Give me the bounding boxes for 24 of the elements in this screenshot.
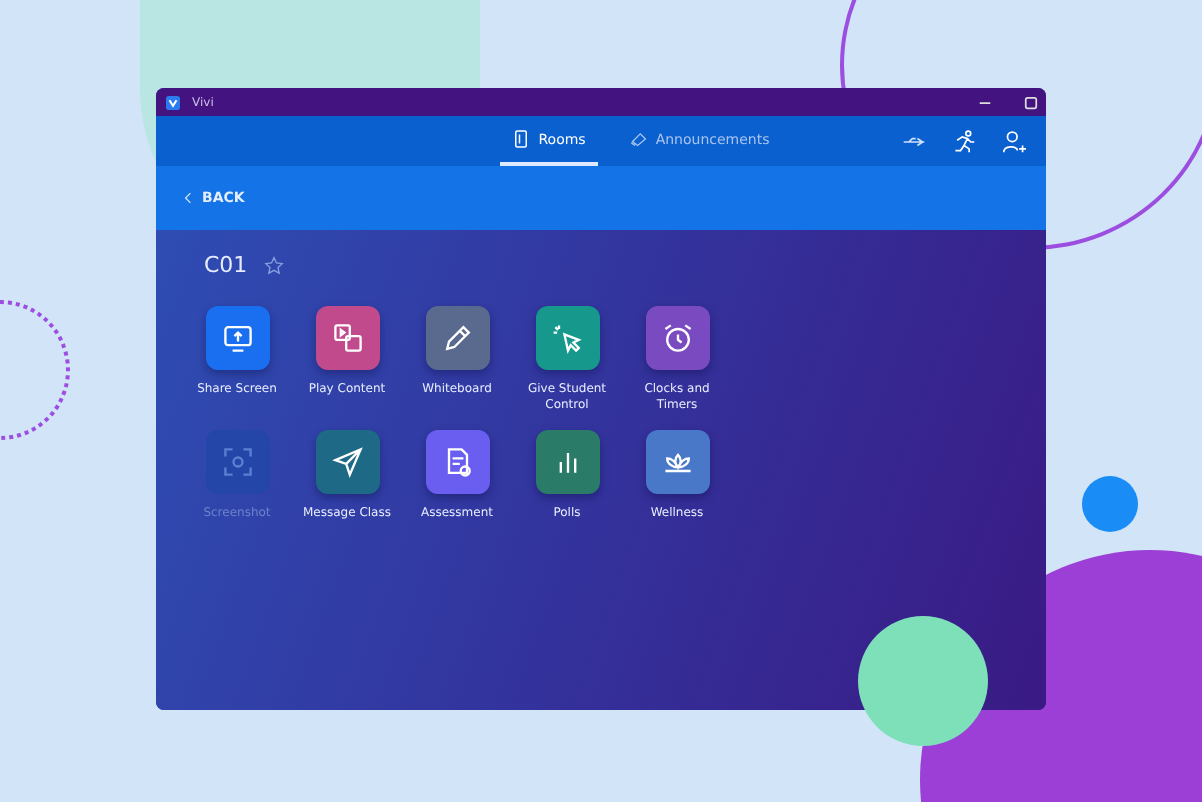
running-person-icon[interactable] <box>952 130 976 154</box>
star-icon[interactable] <box>263 255 284 275</box>
app-tile[interactable] <box>425 430 489 494</box>
app-tile[interactable] <box>535 430 599 494</box>
app-tile[interactable] <box>205 306 269 370</box>
user-add-icon[interactable] <box>1002 130 1026 154</box>
focus-frame-icon <box>219 444 255 480</box>
paper-plane-icon <box>329 444 365 480</box>
overlapping-squares-icon <box>329 320 365 356</box>
monitor-upload-icon <box>219 320 255 356</box>
room-name: C01 <box>204 252 248 278</box>
app-tile[interactable] <box>315 306 379 370</box>
decorative-circle <box>1082 476 1138 532</box>
app-tile[interactable] <box>315 430 379 494</box>
alarm-clock-icon <box>659 320 695 356</box>
logo-icon <box>166 95 180 109</box>
cursor-click-icon <box>549 320 585 356</box>
app-tile[interactable] <box>645 306 709 370</box>
door-icon <box>512 130 531 148</box>
app-tile[interactable] <box>535 306 599 370</box>
chevron-left-icon <box>184 192 192 204</box>
app-tile[interactable] <box>645 430 709 494</box>
maximize-icon[interactable] <box>1024 95 1038 109</box>
app-tile[interactable] <box>425 306 489 370</box>
